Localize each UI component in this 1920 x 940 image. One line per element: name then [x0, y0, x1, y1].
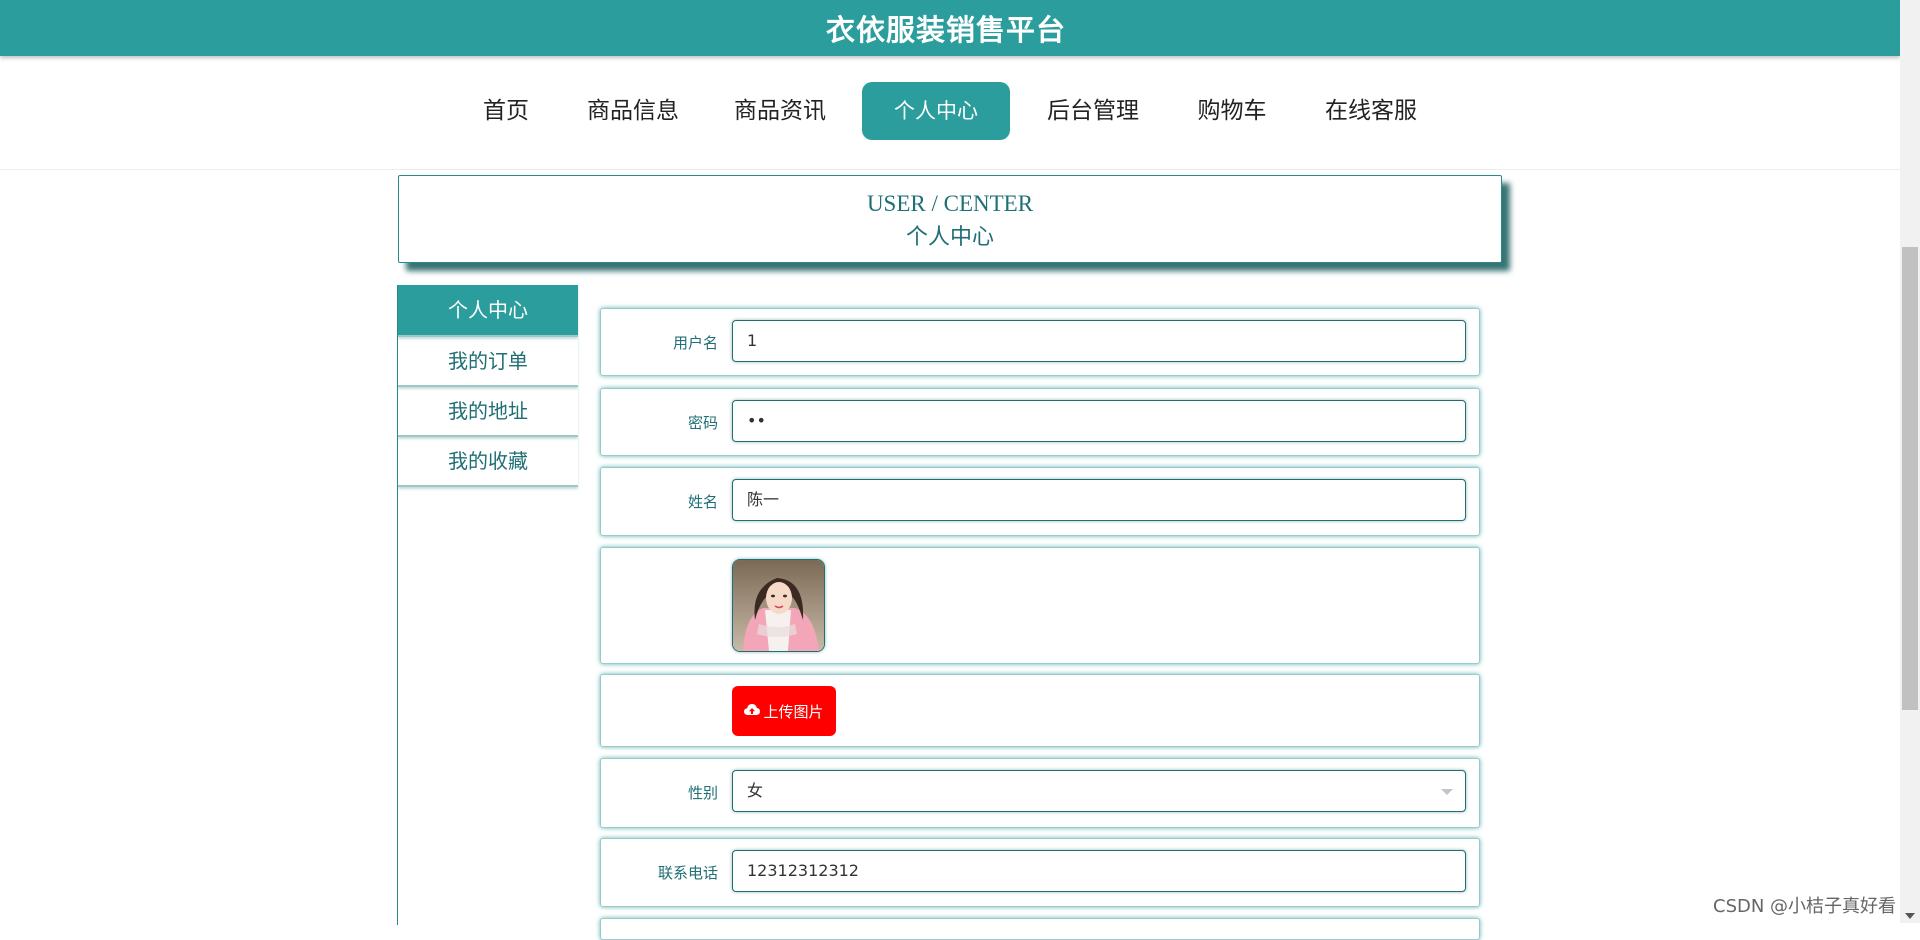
top-header-bar: 衣依服装销售平台: [0, 0, 1900, 56]
nav-item-cart[interactable]: 购物车: [1196, 82, 1268, 140]
phone-label: 联系电话: [657, 864, 718, 882]
site-title: 衣依服装销售平台: [825, 13, 1066, 47]
gender-select[interactable]: 女: [732, 770, 1466, 812]
phone-input[interactable]: 12312312312: [732, 850, 1466, 892]
nav-item-product-info[interactable]: 商品信息: [586, 82, 680, 140]
sidebar-item-my-orders[interactable]: 我的订单: [398, 337, 578, 387]
username-input[interactable]: 1: [732, 320, 1466, 362]
upload-button-label: 上传图片: [763, 702, 824, 721]
user-center-title-en: USER / CENTER: [866, 191, 1034, 216]
gender-selected-value: 女: [747, 781, 764, 800]
main-nav: 首页 商品信息 商品资讯 个人中心 后台管理 购物车 在线客服: [0, 57, 1900, 170]
form-row-avatar: [600, 547, 1480, 664]
form-row-upload: 上传图片: [600, 674, 1480, 747]
cloud-upload-icon: [744, 702, 761, 720]
scroll-down-arrow-icon[interactable]: [1905, 913, 1915, 919]
username-label: 用户名: [672, 334, 718, 352]
user-sidebar: 个人中心 我的订单 我的地址 我的收藏: [397, 285, 578, 925]
avatar: [732, 559, 825, 652]
name-label: 姓名: [687, 493, 718, 511]
form-row-next: [600, 918, 1480, 940]
nav-item-product-news[interactable]: 商品资讯: [733, 82, 827, 140]
user-center-title-cn: 个人中心: [905, 225, 994, 250]
form-row-name: 姓名 陈一: [600, 467, 1480, 536]
form-row-phone: 联系电话 12312312312: [600, 838, 1480, 907]
name-input[interactable]: 陈一: [732, 479, 1466, 521]
sidebar-item-user-center[interactable]: 个人中心: [398, 285, 578, 337]
page-scrollbar[interactable]: [1900, 0, 1920, 923]
nav-item-online-service[interactable]: 在线客服: [1324, 82, 1418, 140]
scrollbar-thumb[interactable]: [1902, 247, 1918, 710]
upload-image-button[interactable]: 上传图片: [732, 686, 836, 736]
avatar-photo: [733, 560, 824, 651]
form-row-password: 密码 ••: [600, 388, 1480, 456]
chevron-down-icon: [1441, 789, 1453, 795]
nav-item-user-center[interactable]: 个人中心: [862, 82, 1010, 140]
form-row-username: 用户名 1: [600, 308, 1480, 376]
sidebar-item-my-favorites[interactable]: 我的收藏: [398, 437, 578, 487]
watermark: CSDN @小桔子真好看: [1713, 896, 1897, 917]
sidebar-item-my-address[interactable]: 我的地址: [398, 387, 578, 437]
form-row-gender: 性别 女: [600, 758, 1480, 828]
nav-item-home[interactable]: 首页: [478, 82, 534, 140]
gender-label: 性别: [687, 784, 718, 802]
user-center-banner: USER / CENTER 个人中心: [398, 175, 1502, 263]
password-label: 密码: [687, 414, 718, 432]
password-input[interactable]: ••: [732, 400, 1466, 442]
nav-item-admin[interactable]: 后台管理: [1046, 82, 1140, 140]
